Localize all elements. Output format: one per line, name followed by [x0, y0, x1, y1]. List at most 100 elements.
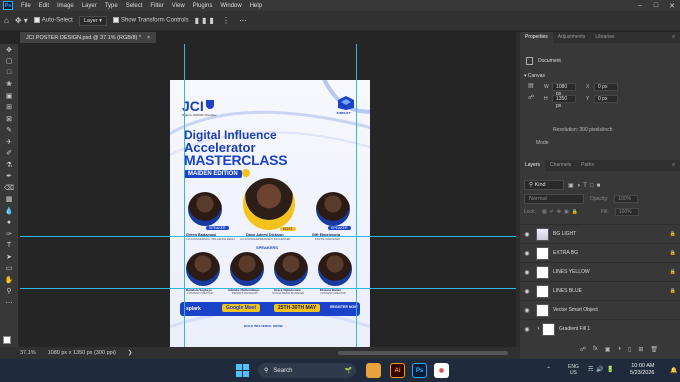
- menu-type[interactable]: Type: [101, 3, 122, 9]
- menu-plugins[interactable]: Plugins: [189, 3, 217, 9]
- layers-menu-icon[interactable]: ≡: [667, 160, 680, 171]
- tab-libraries[interactable]: Libraries: [590, 32, 619, 43]
- chrome-icon[interactable]: ◉: [434, 363, 449, 378]
- hand-tool-icon[interactable]: ✋: [0, 274, 18, 286]
- horizontal-scrollbar[interactable]: [338, 351, 508, 355]
- zoom-level[interactable]: 37.1%: [20, 350, 36, 356]
- kind-filter-dropdown[interactable]: ⚲ Kind: [524, 180, 564, 190]
- eye-icon[interactable]: ◉: [520, 307, 534, 314]
- menu-image[interactable]: Image: [53, 3, 78, 9]
- width-field[interactable]: 1080 px: [552, 83, 576, 97]
- close-tab-icon[interactable]: ×: [147, 35, 150, 41]
- canvas-section[interactable]: ▾ Canvas: [524, 73, 545, 79]
- link-layers-icon[interactable]: ☍: [580, 346, 586, 353]
- menu-window[interactable]: Window: [216, 3, 245, 9]
- layer-name[interactable]: LINES BLUE: [553, 288, 666, 294]
- layer-row[interactable]: ◉ Vector Smart Object: [520, 300, 680, 319]
- tab-channels[interactable]: Channels: [545, 160, 576, 171]
- language-indicator[interactable]: ENG US: [568, 364, 579, 376]
- vertical-guide[interactable]: [184, 44, 185, 347]
- marquee-tool-icon[interactable]: □: [0, 67, 18, 79]
- tab-adjustments[interactable]: Adjustments: [553, 32, 591, 43]
- history-brush-tool-icon[interactable]: ✒: [0, 171, 18, 183]
- layer-row[interactable]: ◉ LINES YELLOW 🔒: [520, 262, 680, 281]
- more-tools-icon[interactable]: ⋯: [0, 297, 18, 309]
- layer-row[interactable]: ◉ BG LIGHT 🔒: [520, 224, 680, 243]
- more-options-icon[interactable]: ⋯: [239, 16, 247, 25]
- crop-tool-icon[interactable]: ⊞: [0, 102, 18, 114]
- horizontal-guide[interactable]: [20, 236, 516, 237]
- menu-filter[interactable]: Filter: [146, 3, 167, 9]
- close-icon[interactable]: ✕: [664, 2, 680, 10]
- artboard-tool-icon[interactable]: ▢: [0, 56, 18, 68]
- height-field[interactable]: 1350 px: [552, 95, 576, 109]
- vertical-guide[interactable]: [356, 44, 357, 347]
- show-transform-checkbox[interactable]: Show Transform Controls: [112, 17, 189, 24]
- clone-stamp-tool-icon[interactable]: ⚗: [0, 159, 18, 171]
- fx-icon[interactable]: fx: [593, 346, 598, 353]
- foreground-color-swatch[interactable]: [3, 336, 11, 344]
- eyedropper-tool-icon[interactable]: ✎: [0, 125, 18, 137]
- photoshop-logo-icon[interactable]: Ps: [3, 1, 13, 10]
- tray-chevron-icon[interactable]: ⌃: [546, 366, 551, 373]
- eye-icon[interactable]: ◉: [520, 250, 534, 257]
- align-icons[interactable]: ▮▮▮ ⋮: [195, 16, 233, 25]
- layer-row[interactable]: ◉ LINES BLUE 🔒: [520, 281, 680, 300]
- maximize-icon[interactable]: □: [648, 2, 664, 10]
- layer-row[interactable]: ◉ ◑ Gradient Fill 1: [520, 319, 680, 338]
- orientation-icon[interactable]: ▤: [528, 82, 534, 89]
- layer-name[interactable]: Vector Smart Object: [553, 307, 666, 313]
- home-icon[interactable]: ⌂: [4, 16, 9, 25]
- gradient-tool-icon[interactable]: ▩: [0, 194, 18, 206]
- object-select-tool-icon[interactable]: ▣: [0, 90, 18, 102]
- opacity-field[interactable]: 100%: [614, 195, 639, 203]
- minimize-icon[interactable]: –: [632, 2, 648, 10]
- tray-icons[interactable]: ☴🔊🔋: [588, 366, 617, 373]
- add-mask-icon[interactable]: ▣: [605, 346, 611, 353]
- layer-name[interactable]: LINES YELLOW: [553, 269, 666, 275]
- eye-icon[interactable]: ◉: [520, 288, 534, 295]
- panel-menu-icon[interactable]: ≡: [667, 32, 680, 43]
- frame-tool-icon[interactable]: ⊠: [0, 113, 18, 125]
- path-select-tool-icon[interactable]: ➤: [0, 251, 18, 263]
- auto-select-dropdown[interactable]: Layer ▾: [78, 15, 107, 26]
- eye-icon[interactable]: ◉: [520, 326, 534, 333]
- move-tool-icon[interactable]: ✥: [0, 44, 18, 56]
- type-tool-icon[interactable]: T: [0, 240, 18, 252]
- menu-layer[interactable]: Layer: [78, 3, 101, 9]
- delete-layer-icon[interactable]: 🗑: [650, 346, 658, 353]
- healing-brush-tool-icon[interactable]: ✈: [0, 136, 18, 148]
- taskbar-search[interactable]: ⚲ Search 🌱: [258, 363, 356, 378]
- windows-start-icon[interactable]: [236, 364, 249, 377]
- lock-icons[interactable]: ▦✐✥▣🔒: [542, 209, 581, 215]
- auto-select-checkbox[interactable]: Auto-Select: [33, 17, 73, 24]
- tab-properties[interactable]: Properties: [520, 32, 553, 43]
- menu-select[interactable]: Select: [122, 3, 147, 9]
- eye-icon[interactable]: ◉: [520, 269, 534, 276]
- brush-tool-icon[interactable]: ✐: [0, 148, 18, 160]
- canvas-area[interactable]: JCI Nigeria JUNIOR Chamber JUMPLIFT Digi…: [20, 44, 516, 347]
- photoshop-icon[interactable]: Ps: [412, 363, 427, 378]
- file-explorer-icon[interactable]: [366, 363, 381, 378]
- notification-icon[interactable]: 🔔: [670, 367, 677, 374]
- tab-layers[interactable]: Layers: [520, 160, 546, 171]
- clock[interactable]: 10:00 AM 5/23/2026: [630, 363, 654, 377]
- horizontal-guide[interactable]: [20, 288, 516, 289]
- layer-name[interactable]: Gradient Fill 1: [559, 326, 666, 332]
- filter-icons[interactable]: ▣◑T□■: [568, 182, 603, 189]
- eye-icon[interactable]: ◉: [520, 231, 534, 238]
- blur-tool-icon[interactable]: 💧: [0, 205, 18, 217]
- zoom-tool-icon[interactable]: ⚲: [0, 286, 18, 298]
- y-field[interactable]: 0 px: [594, 95, 618, 103]
- new-layer-icon[interactable]: ⊞: [638, 346, 643, 353]
- menu-edit[interactable]: Edit: [35, 3, 53, 9]
- rectangle-tool-icon[interactable]: ▭: [0, 263, 18, 275]
- illustrator-icon[interactable]: Ai: [390, 363, 405, 378]
- blend-mode-dropdown[interactable]: Normal: [524, 194, 584, 204]
- group-folder-icon[interactable]: ▯: [628, 346, 631, 353]
- move-tool-icon[interactable]: ✥ ▾: [15, 16, 28, 25]
- document-tab[interactable]: JCI POSTER DESIGN.psd @ 37.1% (RGB/8) * …: [20, 32, 157, 43]
- tab-paths[interactable]: Paths: [576, 160, 599, 171]
- adjustment-layer-icon[interactable]: ◑: [617, 346, 621, 353]
- status-arrow-icon[interactable]: ❯: [128, 350, 133, 356]
